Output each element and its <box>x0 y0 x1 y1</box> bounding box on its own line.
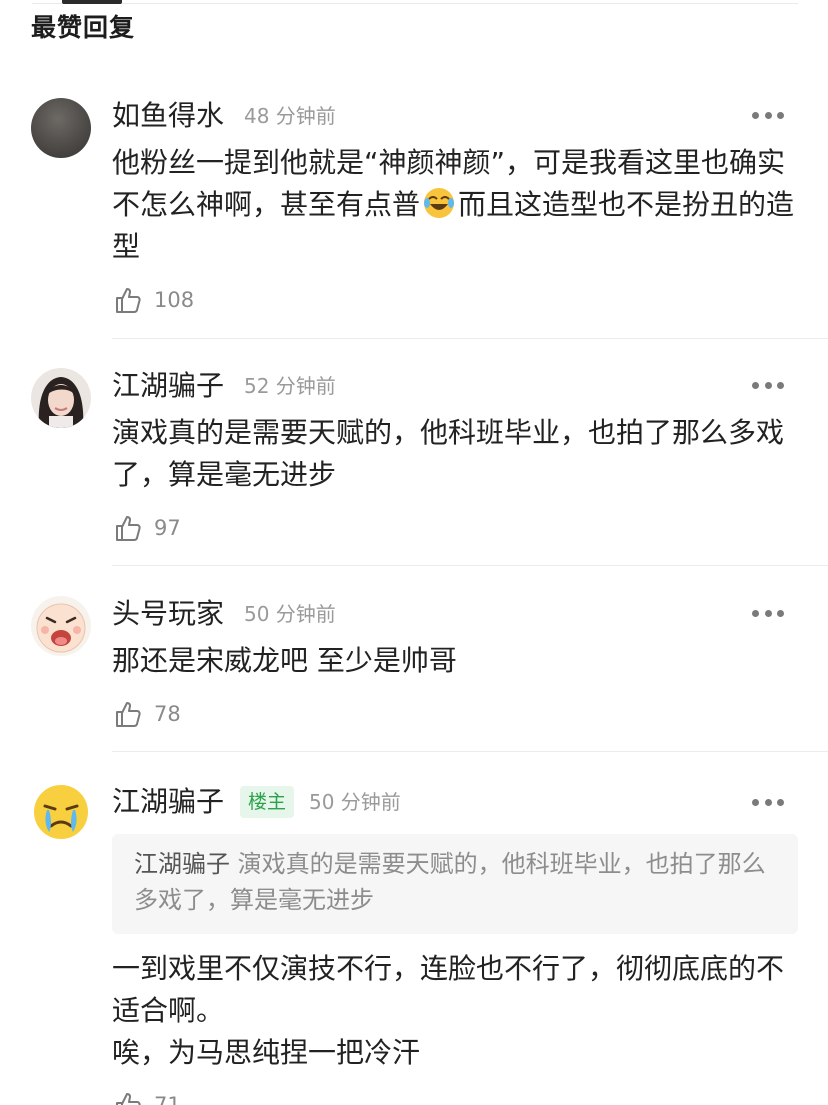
comment-text: 那还是宋威龙吧 至少是帅哥 <box>112 644 457 677</box>
dark-gray-avatar-image <box>31 98 91 158</box>
crying-emoji-avatar-image <box>31 782 91 842</box>
more-options-icon[interactable] <box>752 110 784 120</box>
like-count: 71 <box>154 1093 181 1105</box>
username[interactable]: 江湖骗子 <box>112 372 224 400</box>
like-count: 78 <box>154 702 181 726</box>
avatar[interactable] <box>31 782 91 842</box>
avatar[interactable] <box>31 596 91 656</box>
more-options-icon[interactable] <box>752 608 784 618</box>
crying-cartoon-avatar-image <box>31 596 91 656</box>
like-button[interactable]: 78 <box>114 699 181 729</box>
timestamp: 48 分钟前 <box>244 104 336 128</box>
like-button[interactable]: 108 <box>114 285 194 315</box>
laughing-tears-emoji-icon <box>424 188 455 218</box>
author-badge: 楼主 <box>240 786 295 818</box>
top-divider <box>32 3 798 4</box>
timestamp: 50 分钟前 <box>244 602 336 626</box>
avatar[interactable] <box>31 98 91 158</box>
like-count: 97 <box>154 516 181 540</box>
like-count: 108 <box>154 288 195 312</box>
tab-indicator <box>62 0 122 4</box>
username[interactable]: 头号玩家 <box>112 600 224 628</box>
like-button[interactable]: 97 <box>114 513 181 543</box>
username[interactable]: 如鱼得水 <box>112 102 224 130</box>
quoted-reply[interactable]: 江湖骗子 演戏真的是需要天赋的，他科班毕业，也拍了那么多戏了，算是毫无进步 <box>112 834 798 934</box>
thumbs-up-icon <box>116 288 141 313</box>
timestamp: 52 分钟前 <box>244 374 336 398</box>
more-options-icon[interactable] <box>752 380 784 390</box>
comment-text: 他粉丝一提到他就是“神颜神颜”，可是我看这里也确实不怎么神啊，甚至有点普 而且这造… <box>112 142 798 268</box>
username[interactable]: 江湖骗子 <box>112 788 224 816</box>
comment-page: 最赞回复 如鱼得水 48 分钟前 他粉丝一提到他就是“神颜神颜”，可是我看这里也… <box>0 0 828 1105</box>
comment-divider <box>112 338 828 339</box>
thumbs-up-icon <box>116 702 141 727</box>
quoted-username: 江湖骗子 <box>134 850 230 878</box>
girl-photo-avatar-image <box>31 368 91 428</box>
comment-divider <box>112 751 828 752</box>
section-title: 最赞回复 <box>31 13 136 42</box>
comment-text: 一到戏里不仅演技不行，连脸也不行了，彻彻底底的不适合啊。 唉，为马思纯捏一把冷汗 <box>112 952 785 1069</box>
avatar[interactable] <box>31 368 91 428</box>
more-options-icon[interactable] <box>752 797 784 807</box>
timestamp: 50 分钟前 <box>309 790 401 814</box>
like-button[interactable]: 71 <box>114 1090 181 1105</box>
comment-divider <box>112 565 828 566</box>
comment-text: 演戏真的是需要天赋的，他科班毕业，也拍了那么多戏了，算是毫无进步 <box>112 416 785 491</box>
thumbs-up-icon <box>116 1093 141 1105</box>
thumbs-up-icon <box>116 516 141 541</box>
